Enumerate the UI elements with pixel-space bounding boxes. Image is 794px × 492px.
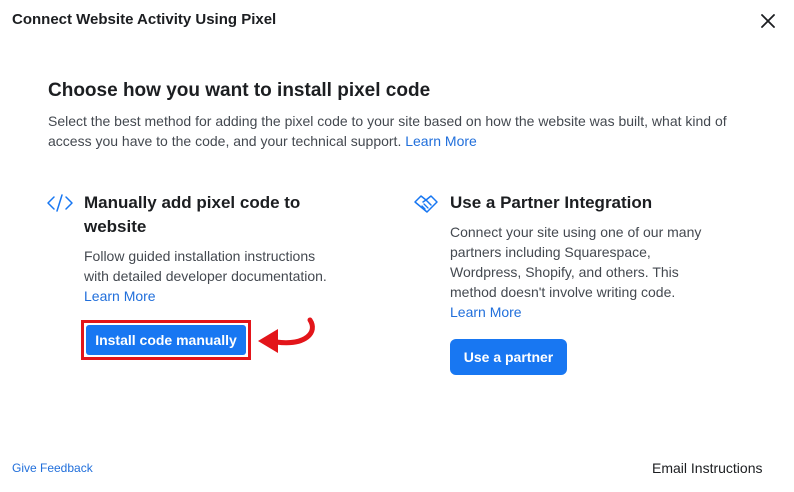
page-heading: Choose how you want to install pixel cod… bbox=[48, 80, 431, 101]
install-code-manually-button[interactable]: Install code manually bbox=[86, 325, 246, 355]
intro-description: Select the best method for adding the pi… bbox=[48, 113, 727, 149]
intro-learn-more-link[interactable]: Learn More bbox=[405, 133, 477, 149]
partner-learn-more-link[interactable]: Learn More bbox=[450, 302, 522, 322]
annotation-arrow-icon bbox=[258, 317, 315, 353]
code-icon bbox=[46, 193, 74, 218]
partner-option-title: Use a Partner Integration bbox=[450, 193, 653, 212]
pixel-dialog: Connect Website Activity Using Pixel Cho… bbox=[0, 0, 794, 492]
manual-learn-more-link[interactable]: Learn More bbox=[84, 286, 156, 306]
dialog-title: Connect Website Activity Using Pixel bbox=[12, 11, 277, 28]
give-feedback-link[interactable]: Give Feedback bbox=[12, 461, 93, 475]
intro-text: Select the best method for adding the pi… bbox=[48, 111, 748, 151]
manual-option-title: Manually add pixel code to website bbox=[84, 193, 301, 236]
manual-option-description: Follow guided installation instructions … bbox=[84, 248, 327, 284]
handshake-icon bbox=[413, 192, 439, 219]
close-icon bbox=[761, 14, 775, 28]
use-a-partner-button[interactable]: Use a partner bbox=[450, 339, 567, 375]
close-button[interactable] bbox=[758, 11, 778, 31]
email-instructions-button[interactable]: Email Instructions bbox=[652, 460, 762, 476]
partner-option-description: Connect your site using one of our many … bbox=[450, 224, 702, 300]
